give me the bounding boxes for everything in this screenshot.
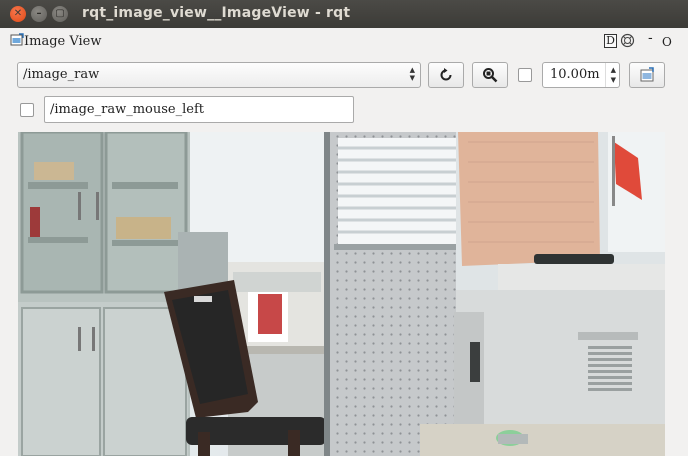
close-icon: ✕ <box>13 8 23 19</box>
publish-mouse-checkbox[interactable] <box>20 103 34 117</box>
help-icon[interactable] <box>620 33 635 48</box>
rotation-spinbox-value: 10.00m <box>550 67 600 82</box>
image-display[interactable] <box>18 132 665 456</box>
save-image-icon <box>640 67 654 82</box>
dock-minimize-button[interactable]: - <box>648 31 653 46</box>
smooth-scaling-checkbox[interactable] <box>518 68 532 82</box>
window-close-button[interactable]: ✕ <box>10 6 26 22</box>
save-image-button[interactable] <box>629 62 665 88</box>
mouse-topic-input[interactable]: /image_raw_mouse_left <box>44 96 354 123</box>
rotation-spinbox[interactable]: 10.00m ▲ ▼ <box>542 62 620 88</box>
minimize-icon: – <box>36 8 42 19</box>
dock-close-button[interactable]: O <box>662 35 672 49</box>
refresh-icon <box>440 68 452 81</box>
combobox-arrows-icon: ▲ ▼ <box>409 66 415 82</box>
maximize-icon: ▢ <box>55 8 65 19</box>
zoom-fit-icon <box>483 68 498 83</box>
refresh-topics-button[interactable] <box>428 62 464 88</box>
topic-combobox-value: /image_raw <box>23 67 100 82</box>
mouse-topic-value: /image_raw_mouse_left <box>50 102 205 117</box>
dock-config-button[interactable]: D <box>604 34 617 48</box>
window-maximize-button[interactable]: ▢ <box>52 6 68 22</box>
spinbox-divider <box>605 63 606 87</box>
topic-combobox[interactable]: /image_raw ▲ ▼ <box>17 62 421 88</box>
camera-image <box>18 132 665 456</box>
window-titlebar: ✕ – ▢ rqt_image_view__ImageView - rqt <box>0 0 688 28</box>
window-title: rqt_image_view__ImageView - rqt <box>82 5 351 21</box>
dock-title: Image View <box>24 34 102 49</box>
zoom-fit-button[interactable] <box>472 62 508 88</box>
window-minimize-button[interactable]: – <box>31 6 47 22</box>
spinbox-arrows-icon[interactable]: ▲ ▼ <box>611 65 616 85</box>
image-view-icon <box>10 33 24 46</box>
dock-header: Image View D - O <box>0 28 688 54</box>
